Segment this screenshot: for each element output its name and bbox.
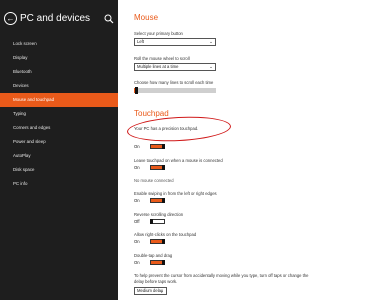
chevron-down-icon: ⌄ bbox=[160, 288, 164, 293]
wheel-scroll-value: Multiple lines at a time bbox=[137, 64, 179, 69]
toggle-knob bbox=[150, 219, 153, 224]
sidebar-item-lock-screen[interactable]: Lock screen bbox=[0, 37, 118, 51]
sidebar-title: PC and devices bbox=[20, 13, 91, 24]
toggle-knob bbox=[162, 239, 165, 244]
tap-delay-help-text: To help prevent the cursor from accident… bbox=[134, 273, 309, 278]
wheel-scroll-label: Roll the mouse wheel to scroll bbox=[134, 56, 190, 61]
leave-on-state: On bbox=[134, 165, 140, 170]
sidebar-item-corners-and-edges[interactable]: Corners and edges bbox=[0, 121, 118, 135]
reverse-scrolling-toggle[interactable] bbox=[150, 219, 165, 224]
reverse-scrolling-state: Off bbox=[134, 219, 140, 224]
primary-button-select[interactable]: Left ⌄ bbox=[134, 38, 216, 46]
right-click-toggle[interactable] bbox=[150, 239, 165, 244]
leave-on-label: Leave touchpad on when a mouse is connec… bbox=[134, 158, 223, 163]
toggle-knob bbox=[162, 165, 165, 170]
reverse-scrolling-label: Reverse scrolling direction bbox=[134, 212, 184, 217]
double-tap-state: On bbox=[134, 260, 140, 265]
sidebar-item-devices[interactable]: Devices bbox=[0, 79, 118, 93]
mouse-section-title: Mouse bbox=[134, 13, 159, 22]
primary-button-value: Left bbox=[137, 39, 144, 44]
toggle-knob bbox=[162, 260, 165, 265]
sidebar-item-pc-info[interactable]: PC info bbox=[0, 177, 118, 191]
double-tap-toggle[interactable] bbox=[150, 260, 165, 265]
settings-sidebar: ← PC and devices Lock screen Display Blu… bbox=[0, 0, 118, 300]
scroll-lines-label: Choose how many lines to scroll each tim… bbox=[134, 80, 214, 85]
primary-button-label: Select your primary button bbox=[134, 31, 183, 36]
chevron-down-icon: ⌄ bbox=[209, 39, 213, 44]
sidebar-header: ← PC and devices bbox=[3, 12, 115, 26]
sidebar-item-display[interactable]: Display bbox=[0, 51, 118, 65]
back-arrow-icon: ← bbox=[6, 13, 15, 23]
search-icon[interactable] bbox=[103, 13, 115, 25]
touchpad-section-title: Touchpad bbox=[134, 109, 169, 118]
swiping-label: Enable swiping in from the left or right… bbox=[134, 191, 217, 196]
settings-content: Mouse Select your primary button Left ⌄ … bbox=[118, 0, 385, 300]
scroll-lines-slider[interactable] bbox=[134, 87, 216, 94]
leave-on-toggle[interactable] bbox=[150, 165, 165, 170]
touchpad-toggle-state: On bbox=[134, 144, 140, 149]
touchpad-toggle[interactable] bbox=[150, 144, 165, 149]
right-click-state: On bbox=[134, 239, 140, 244]
red-annotation-circle bbox=[126, 114, 232, 144]
wheel-scroll-select[interactable]: Multiple lines at a time ⌄ bbox=[134, 63, 216, 71]
sidebar-item-bluetooth[interactable]: Bluetooth bbox=[0, 65, 118, 79]
sidebar-item-power-and-sleep[interactable]: Power and sleep bbox=[0, 135, 118, 149]
back-button[interactable]: ← bbox=[4, 12, 17, 25]
double-tap-label: Double-tap and drag bbox=[134, 253, 173, 258]
right-click-label: Allow right-clicks on the touchpad bbox=[134, 232, 197, 237]
tap-delay-help-text-2: delay before taps work. bbox=[134, 279, 178, 284]
no-mouse-text: No mouse connected bbox=[134, 178, 174, 183]
sidebar-item-disk-space[interactable]: Disk space bbox=[0, 163, 118, 177]
swiping-toggle[interactable] bbox=[150, 198, 165, 203]
sidebar-item-typing[interactable]: Typing bbox=[0, 107, 118, 121]
toggle-knob bbox=[162, 198, 165, 203]
sidebar-item-mouse-and-touchpad[interactable]: Mouse and touchpad bbox=[0, 93, 118, 107]
chevron-down-icon: ⌄ bbox=[209, 64, 213, 69]
sidebar-item-autoplay[interactable]: AutoPlay bbox=[0, 149, 118, 163]
scroll-lines-thumb[interactable] bbox=[135, 87, 138, 94]
sidebar-nav: Lock screen Display Bluetooth Devices Mo… bbox=[0, 37, 118, 191]
toggle-knob bbox=[162, 144, 165, 149]
tap-delay-select[interactable]: Medium delay ⌄ bbox=[134, 287, 167, 295]
swiping-state: On bbox=[134, 198, 140, 203]
